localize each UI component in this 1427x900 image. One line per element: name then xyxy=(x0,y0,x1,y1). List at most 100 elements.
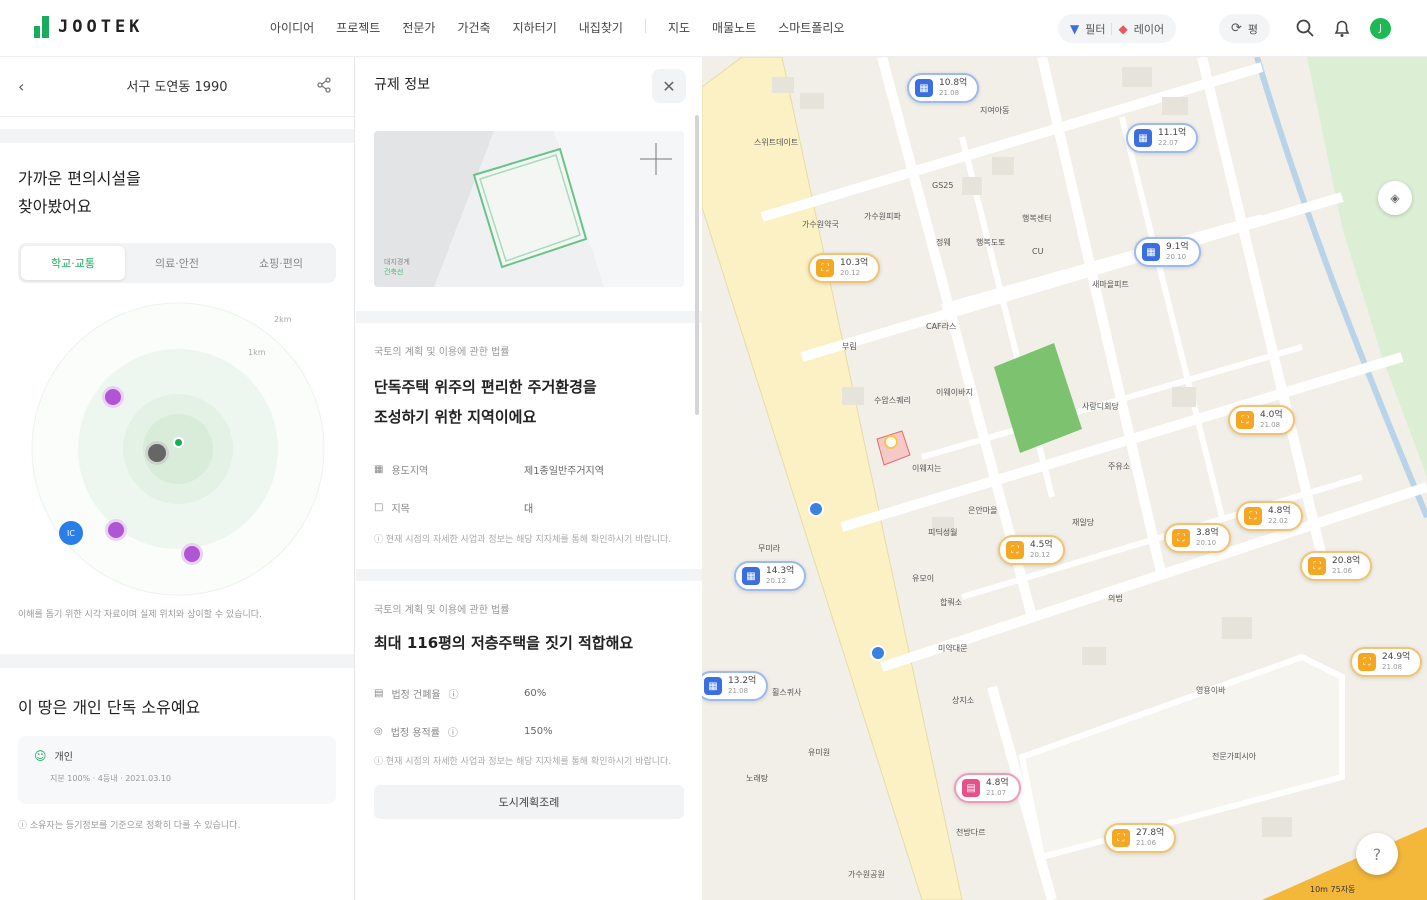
map-price-marker[interactable]: ▦ 10.8억 21.08 xyxy=(907,73,980,103)
nav-item-myhome[interactable]: 내집찾기 xyxy=(579,19,623,36)
map-poi-label[interactable]: CAF라스 xyxy=(926,321,956,332)
urban-plan-button[interactable]: 도시계획조례 xyxy=(374,785,684,819)
map-poi-label[interactable]: 노래탕 xyxy=(746,773,768,784)
nav-item-underground[interactable]: 지하터기 xyxy=(513,19,557,36)
unit-label: 평 xyxy=(1247,22,1259,36)
nav-item-project[interactable]: 프로젝트 xyxy=(336,19,380,36)
nav-item-portfolio[interactable]: 스마트폴리오 xyxy=(778,19,844,36)
current-location-icon xyxy=(173,437,184,448)
info-icon[interactable]: ⓘ xyxy=(448,724,458,739)
map-poi-label[interactable]: 무미라 xyxy=(758,543,780,554)
zoning-row: □ 지목 대 xyxy=(356,488,702,526)
bus-pin-icon[interactable] xyxy=(145,441,169,465)
map-poi-label[interactable]: 은안마을 xyxy=(968,505,997,516)
map-poi-label[interactable]: 정웨 xyxy=(936,237,951,248)
avatar[interactable]: J xyxy=(1370,18,1391,39)
ratio-icon: ◎ xyxy=(374,725,383,737)
school-pin-icon[interactable] xyxy=(181,543,203,565)
building-icon: ▦ xyxy=(742,567,760,585)
nav-item-build[interactable]: 가건축 xyxy=(457,19,490,36)
info-icon[interactable]: ⓘ xyxy=(449,686,459,701)
nav-item-note[interactable]: 매물노트 xyxy=(712,19,756,36)
map-poi-label[interactable]: CU xyxy=(1032,247,1043,256)
close-button[interactable]: ✕ xyxy=(652,69,686,103)
map-poi-label[interactable]: 전문가피시아 xyxy=(1212,751,1256,762)
map-poi-label[interactable]: 유미원 xyxy=(808,747,830,758)
map-price-marker[interactable]: ⛶ 10.3억 20.12 xyxy=(808,253,881,283)
map-poi-label[interactable]: 유모이 xyxy=(912,573,934,584)
bus-stop-icon[interactable] xyxy=(808,501,824,517)
regulation-title: 규제 정보 xyxy=(374,77,430,93)
map-poi-label[interactable]: 부림 xyxy=(842,341,857,352)
map-poi-label[interactable]: 이웨이바지 xyxy=(936,387,973,398)
map-poi-label[interactable]: 새마을피트 xyxy=(1092,279,1129,290)
map-price-marker[interactable]: ⛶ 4.5억 20.12 xyxy=(998,535,1065,565)
building-section: 국토의 계획 및 이용에 관한 법률 최대 116평의 저층주택을 짓기 적합해… xyxy=(356,581,702,819)
map-poi-label[interactable]: 휠스퀴사 xyxy=(772,687,801,698)
filter-button[interactable]: 필터 xyxy=(1085,21,1105,37)
map-poi-label[interactable]: 지여아동 xyxy=(980,105,1009,116)
map-poi-label[interactable]: 상지소 xyxy=(952,695,974,706)
map-price-marker[interactable]: ▦ 14.3억 20.12 xyxy=(734,561,807,591)
tab-shopping[interactable]: 쇼핑·편의 xyxy=(229,246,333,280)
nav-item-map[interactable]: 지도 xyxy=(668,19,690,36)
row-label: 지목 xyxy=(391,503,410,515)
map-poi-label[interactable]: 천방다르 xyxy=(956,827,985,838)
map-poi-label[interactable]: 의법 xyxy=(1108,593,1123,604)
map-poi-label[interactable]: 행복센터 xyxy=(1022,213,1051,224)
map-poi-label[interactable]: 수압스퀘리 xyxy=(874,395,911,406)
school-pin-icon[interactable] xyxy=(105,519,127,541)
map-price-marker[interactable]: ▤ 4.8억 21.07 xyxy=(954,773,1021,803)
map-poi-label[interactable]: 가수원공원 xyxy=(848,869,885,880)
map-price-marker[interactable]: ⛶ 27.8억 21.06 xyxy=(1104,823,1177,853)
map-poi-label[interactable]: 합뤄소 xyxy=(940,597,962,608)
school-pin-icon[interactable] xyxy=(102,386,124,408)
selected-parcel-pin-icon[interactable] xyxy=(884,435,898,449)
marker-date: 21.08 xyxy=(728,687,749,695)
map-poi-label[interactable]: 이웨지는 xyxy=(912,463,941,474)
map-poi-label[interactable]: 피딕성월 xyxy=(928,527,957,538)
land-icon: ⛶ xyxy=(1358,653,1376,671)
marker-price: 10.3억 xyxy=(840,258,869,268)
map-price-marker[interactable]: ⛶ 4.0억 21.08 xyxy=(1228,405,1295,435)
map-price-marker[interactable]: ▦ 9.1억 20.10 xyxy=(1134,237,1201,267)
map-canvas[interactable]: ▦ 10.8억 21.08 ▦ 11.1억 22.07 ▦ 9.1억 20.10 ⛶ … xyxy=(702,57,1427,900)
section-divider xyxy=(0,654,354,668)
map-poi-label[interactable]: 가수원약국 xyxy=(802,219,839,230)
ownership-section: 이 땅은 개인 단독 소유예요 ☺ 개인 지분 100% · 4등내 · 202… xyxy=(0,668,354,831)
map-price-marker[interactable]: ⛶ 3.8억 20.10 xyxy=(1164,523,1231,553)
share-icon[interactable] xyxy=(316,77,332,97)
map-poi-label[interactable]: 미약대문 xyxy=(938,643,967,654)
map-poi-label[interactable]: 스위트데이트 xyxy=(754,137,798,148)
map-price-marker[interactable]: ▦ 13.2억 21.08 xyxy=(702,671,769,701)
land-icon: ⛶ xyxy=(1308,557,1326,575)
map-poi-label[interactable]: GS25 xyxy=(932,181,953,190)
panel-scrollbar[interactable] xyxy=(695,115,699,415)
ownership-note: ⓘ 소유자는 등기정보를 기준으로 정확히 다를 수 있습니다. xyxy=(18,821,241,831)
tab-medical-safety[interactable]: 의료·안전 xyxy=(125,246,229,280)
bell-icon[interactable] xyxy=(1332,18,1352,38)
map-poi-label[interactable]: 재일당 xyxy=(1072,517,1094,528)
map-poi-label[interactable]: 영용이바 xyxy=(1196,685,1225,696)
map-poi-label[interactable]: 사랑디회당 xyxy=(1082,401,1119,412)
marker-price: 13.2억 xyxy=(728,676,757,686)
marker-date: 22.02 xyxy=(1268,517,1289,525)
map-poi-label[interactable]: 행복도토 xyxy=(976,237,1005,248)
map-poi-label[interactable]: 주유소 xyxy=(1108,461,1130,472)
map-poi-label[interactable]: 가수원피파 xyxy=(864,211,901,222)
search-icon[interactable] xyxy=(1295,18,1315,38)
ic-pin-icon[interactable]: IC xyxy=(59,521,83,545)
nav-item-idea[interactable]: 아이디어 xyxy=(270,19,314,36)
logo[interactable]: JOOTEK xyxy=(34,16,143,38)
nav-item-expert[interactable]: 전문가 xyxy=(402,19,435,36)
tab-school-transport[interactable]: 학교·교통 xyxy=(21,246,125,280)
map-price-marker[interactable]: ▦ 11.1억 22.07 xyxy=(1126,123,1199,153)
map-price-marker[interactable]: ⛶ 24.9억 21.08 xyxy=(1350,647,1423,677)
bus-stop-icon[interactable] xyxy=(870,645,886,661)
unit-swap-button[interactable]: ⟳ 평 xyxy=(1219,14,1271,43)
map-price-marker[interactable]: ⛶ 4.8억 22.02 xyxy=(1236,501,1303,531)
help-button[interactable]: ? xyxy=(1356,833,1398,875)
map-locate-button[interactable]: ◈ xyxy=(1378,181,1412,215)
map-price-marker[interactable]: ⛶ 20.8억 21.06 xyxy=(1300,551,1373,581)
layer-button[interactable]: 레이어 xyxy=(1134,21,1164,37)
